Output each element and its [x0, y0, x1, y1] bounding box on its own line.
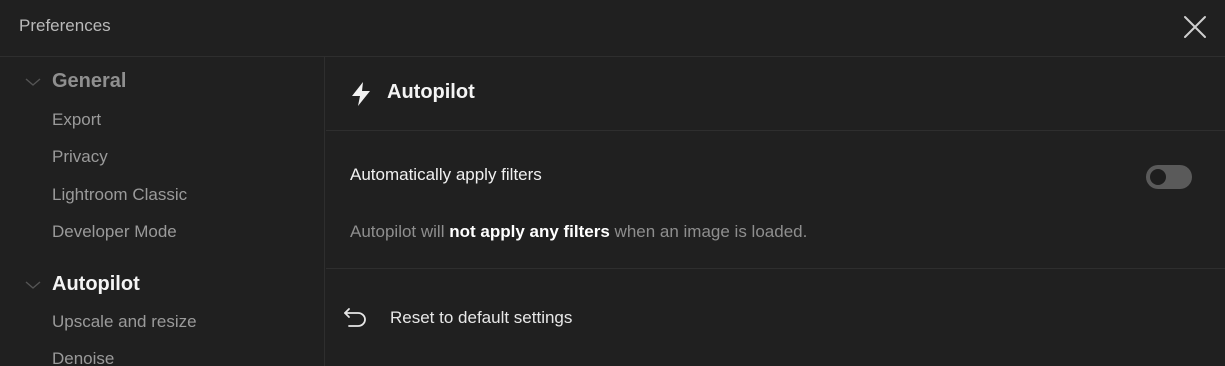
section-header: Autopilot	[326, 57, 1225, 131]
description-prefix: Autopilot will	[350, 222, 450, 241]
toggle-knob	[1150, 169, 1166, 185]
sidebar-group-label: Autopilot	[52, 273, 140, 295]
undo-arrow-icon	[344, 308, 366, 327]
setting-description: Autopilot will not apply any filters whe…	[350, 222, 807, 242]
reset-defaults-button[interactable]: Reset to default settings	[342, 300, 642, 336]
sidebar-item-privacy[interactable]: Privacy	[52, 147, 108, 167]
section-title: Autopilot	[387, 81, 475, 103]
divider	[326, 268, 1225, 269]
title-bar: Preferences	[0, 0, 1225, 57]
sidebar-group-label: General	[52, 70, 127, 92]
close-button[interactable]	[1180, 12, 1210, 42]
sidebar-group-general[interactable]: General	[0, 66, 324, 98]
auto-apply-filters-label: Automatically apply filters	[350, 165, 542, 184]
auto-apply-filters-toggle[interactable]	[1146, 165, 1192, 189]
sidebar-item-lightroom-classic[interactable]: Lightroom Classic	[52, 185, 187, 205]
settings-panel: Autopilot Automatically apply filters Au…	[326, 57, 1225, 366]
sidebar-group-autopilot[interactable]: Autopilot	[0, 269, 324, 301]
chevron-down-icon	[25, 281, 41, 289]
description-emphasis: not apply any filters	[449, 222, 610, 241]
preferences-window: Preferences General Export Privacy Light…	[0, 0, 1225, 366]
sidebar: General Export Privacy Lightroom Classic…	[0, 57, 325, 366]
close-icon	[1184, 16, 1206, 38]
chevron-down-icon	[25, 78, 41, 86]
sidebar-item-export[interactable]: Export	[52, 110, 101, 130]
lightning-bolt-icon	[352, 82, 370, 106]
window-title: Preferences	[19, 16, 111, 35]
reset-label: Reset to default settings	[390, 308, 573, 327]
sidebar-item-denoise[interactable]: Denoise	[52, 349, 114, 366]
sidebar-item-upscale-and-resize[interactable]: Upscale and resize	[52, 312, 197, 332]
description-suffix: when an image is loaded.	[609, 222, 808, 241]
sidebar-item-developer-mode[interactable]: Developer Mode	[52, 222, 177, 242]
